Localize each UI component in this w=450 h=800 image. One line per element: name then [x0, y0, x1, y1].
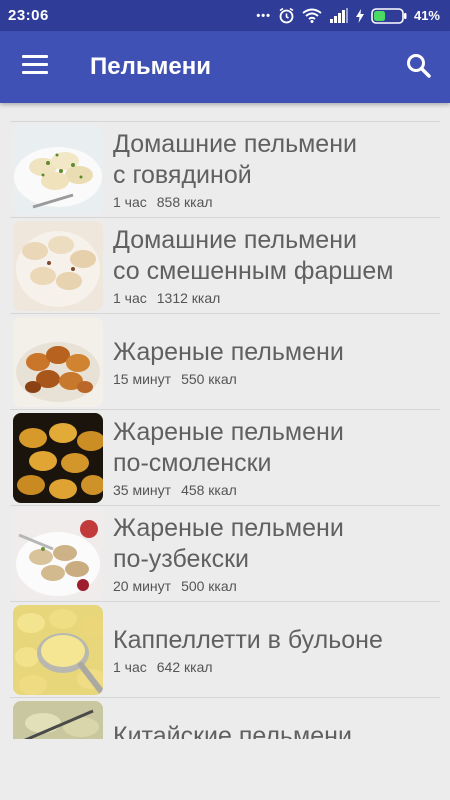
wifi-icon [302, 8, 322, 23]
battery-icon [371, 7, 407, 24]
menu-icon-bar [22, 63, 48, 66]
list-item[interactable]: Каппеллетти в бульоне 1 час 642 ккал [10, 602, 440, 698]
list-item[interactable]: Жареные пельмени 15 минут 550 ккал [10, 314, 440, 410]
recipe-time: 20 минут [113, 578, 172, 594]
recipe-title: Жареные пельмени [113, 337, 344, 366]
list-item[interactable]: Домашние пельмени со смешенным фаршем 1 … [10, 218, 440, 314]
recipe-image-fried-dumplings-pan [13, 412, 103, 503]
battery-percent: 41% [413, 8, 440, 23]
recipe-time: 15 минут [113, 370, 172, 387]
recipe-time: 1 час [113, 658, 147, 675]
recipe-calories: 500 ккал [181, 578, 237, 594]
recipe-image-boiled-dumplings-plate [13, 220, 103, 311]
app-bar: Пельмени [0, 31, 450, 103]
recipe-title: Каппеллетти в бульоне [113, 625, 383, 654]
recipe-list[interactable]: Домашние пельмени с говядиной 1 час 858 к… [10, 121, 440, 739]
recipe-time: 1 час [113, 194, 147, 210]
page-title: Пельмени [90, 53, 211, 80]
list-item[interactable]: Жареные пельмени по-узбекски 20 минут 500… [10, 506, 440, 602]
signal-icon [329, 8, 349, 23]
charging-icon [355, 8, 364, 23]
menu-button[interactable] [22, 55, 48, 79]
status-bar: 23:06 ••• 41% [0, 0, 450, 31]
list-item[interactable]: Домашние пельмени с говядиной 1 час 858 к… [10, 122, 440, 218]
recipe-calories: 858 ккал [156, 194, 213, 210]
menu-icon-bar [22, 71, 48, 74]
recipe-image-chinese-dumplings [13, 700, 103, 739]
more-dots-icon: ••• [256, 9, 271, 22]
recipe-image-boiled-dumplings-with-dill [13, 124, 103, 215]
search-icon [407, 54, 431, 78]
status-icons: ••• 41% [256, 7, 440, 24]
recipe-calories: 458 ккал [181, 482, 237, 498]
search-button[interactable] [406, 53, 432, 79]
menu-icon-bar [22, 55, 48, 58]
recipe-calories: 1312 ккал [156, 290, 221, 306]
recipe-calories: 642 ккал [156, 658, 213, 675]
recipe-image-dumplings-with-fork [13, 508, 103, 599]
recipe-time: 35 минут [113, 482, 172, 498]
recipe-title: Жареные пельмени по-смоленски [113, 418, 344, 477]
recipe-calories: 550 ккал [181, 370, 237, 387]
list-item[interactable]: Жареные пельмени по-смоленски 35 минут 45… [10, 410, 440, 506]
recipe-title: Домашние пельмени со смешенным фаршем [113, 226, 394, 285]
alarm-icon [278, 7, 295, 24]
recipe-time: 1 час [113, 290, 147, 306]
recipe-title: Домашние пельмени с говядиной [113, 130, 357, 189]
status-time: 23:06 [8, 7, 49, 24]
recipe-title: Жареные пельмени по-узбекски [113, 514, 344, 573]
recipe-image-fried-dumplings-bowl [13, 316, 103, 407]
recipe-title: Китайские пельмени [113, 721, 352, 740]
recipe-image-cappelletti-spoon [13, 604, 103, 695]
list-item[interactable]: Китайские пельмени [10, 698, 440, 739]
